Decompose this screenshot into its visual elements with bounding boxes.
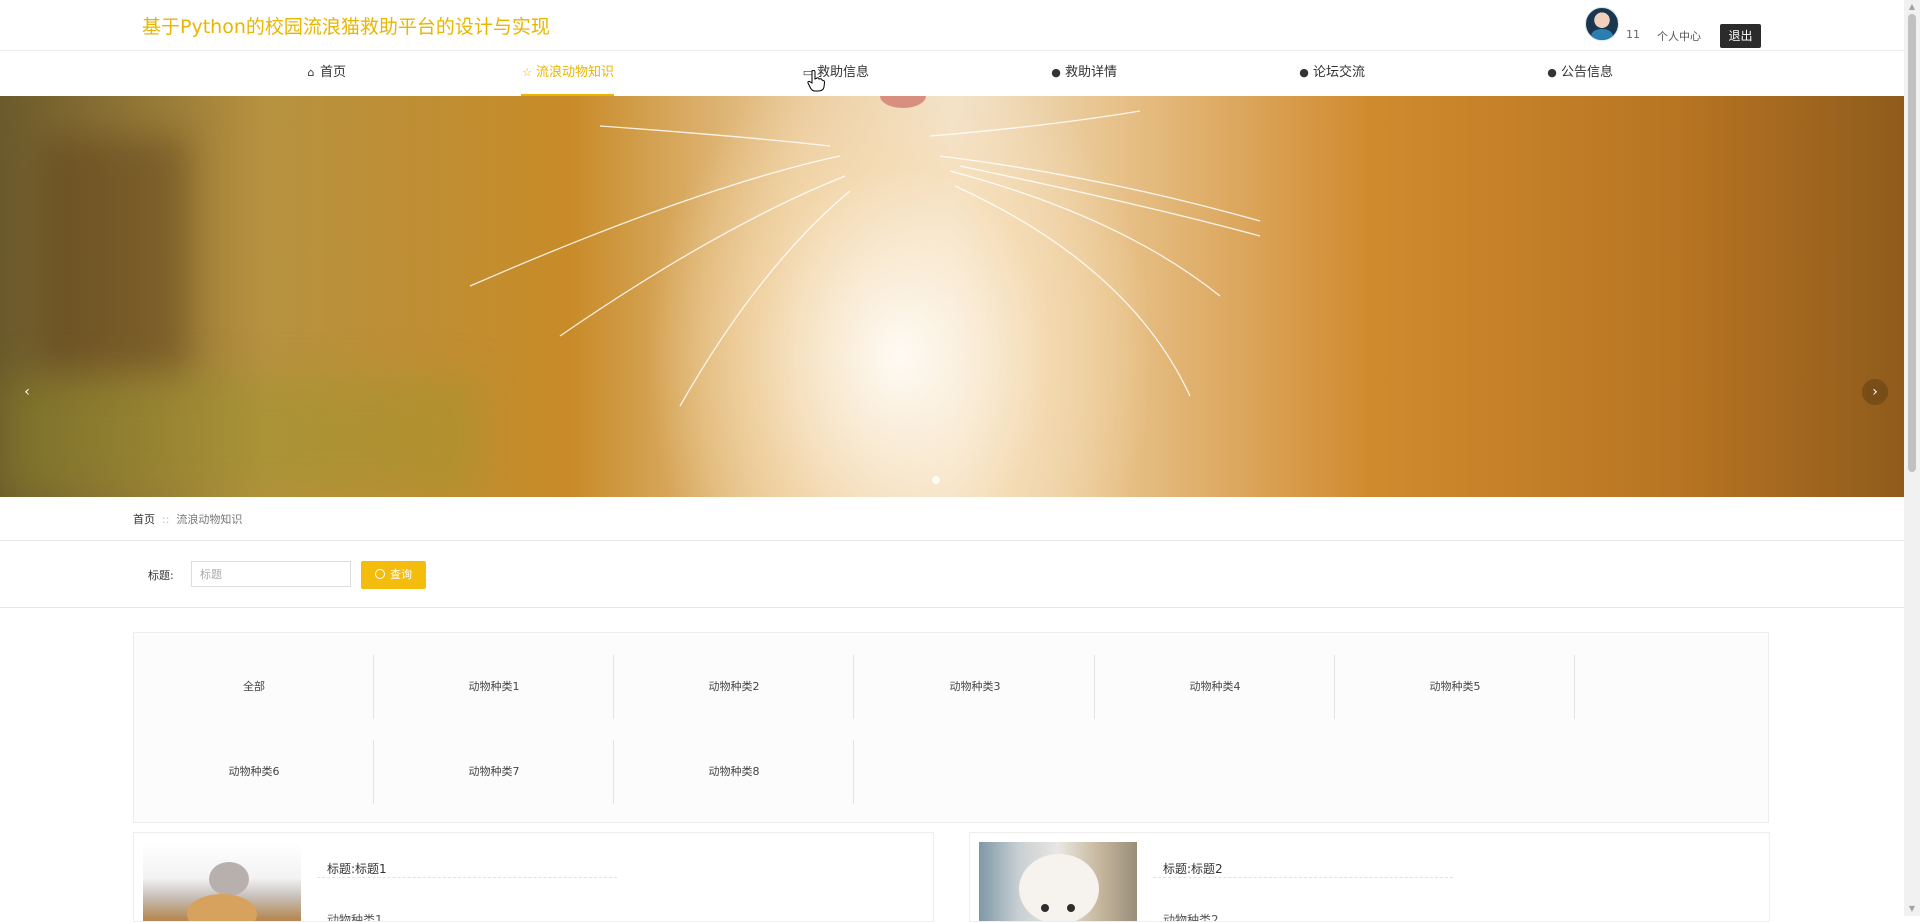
nav-item-stray-animal-knowledge[interactable]: ☆ 流浪动物知识 bbox=[521, 51, 615, 96]
card-category: 动物种类1 bbox=[327, 913, 383, 922]
user-center-link[interactable]: 个人中心 bbox=[1657, 28, 1701, 44]
divider bbox=[0, 607, 1904, 608]
category-item[interactable]: 动物种类8 bbox=[614, 740, 854, 804]
divider bbox=[317, 877, 617, 878]
carousel-indicator-dot[interactable] bbox=[932, 476, 940, 484]
search-label: 标题: bbox=[148, 569, 174, 582]
search-button[interactable]: 查询 bbox=[361, 561, 426, 589]
username: 11 bbox=[1626, 28, 1640, 41]
avatar[interactable] bbox=[1585, 7, 1619, 41]
nav-item-home[interactable]: ⌂ 首页 bbox=[305, 51, 347, 96]
divider bbox=[1153, 877, 1453, 878]
card-thumbnail[interactable] bbox=[143, 842, 301, 921]
divider bbox=[0, 540, 1904, 541]
nav-item-label: 救助详情 bbox=[1065, 65, 1118, 80]
category-item-all[interactable]: 全部 bbox=[134, 655, 374, 719]
carousel-next-button[interactable]: › bbox=[1862, 379, 1888, 405]
card-category: 动物种类2 bbox=[1163, 913, 1219, 922]
scroll-up-icon[interactable]: ▲ bbox=[1904, 0, 1920, 14]
card-title[interactable]: 标题:标题1 bbox=[327, 860, 387, 877]
category-item[interactable]: 动物种类4 bbox=[1095, 655, 1335, 719]
breadcrumb: 首页:: 流浪动物知识 bbox=[133, 511, 242, 527]
nav-item-label: 论坛交流 bbox=[1313, 65, 1366, 80]
nav-item-label: 流浪动物知识 bbox=[536, 65, 615, 80]
category-item[interactable]: 动物种类2 bbox=[614, 655, 854, 719]
search-button-label: 查询 bbox=[390, 568, 412, 581]
card-title[interactable]: 标题:标题2 bbox=[1163, 860, 1223, 877]
cat-whiskers bbox=[469, 110, 1261, 407]
breadcrumb-separator: :: bbox=[162, 513, 170, 526]
category-item[interactable]: 动物种类7 bbox=[374, 740, 614, 804]
alert-icon: ● bbox=[1051, 66, 1061, 79]
nav-item-announcements[interactable]: ● 公告信息 bbox=[1546, 51, 1613, 96]
category-item[interactable]: 动物种类1 bbox=[374, 655, 614, 719]
category-filter: 全部 动物种类1 动物种类2 动物种类3 动物种类4 动物种类5 动物种类6 动… bbox=[133, 632, 1769, 823]
site-title[interactable]: 基于Python的校园流浪猫救助平台的设计与实现 bbox=[142, 12, 550, 39]
logout-button[interactable]: 退出 bbox=[1720, 24, 1761, 48]
home-icon: ⌂ bbox=[307, 66, 315, 79]
category-item[interactable]: 动物种类6 bbox=[134, 740, 374, 804]
title-search-input[interactable] bbox=[191, 561, 351, 587]
hand-cursor-icon bbox=[807, 70, 825, 92]
knowledge-card[interactable]: 标题:标题2 动物种类2 bbox=[969, 832, 1770, 922]
scrollbar-thumb[interactable] bbox=[1908, 14, 1916, 472]
search-icon bbox=[375, 569, 385, 579]
info-icon: ● bbox=[1547, 66, 1557, 79]
nav-item-rescue-details[interactable]: ● 救助详情 bbox=[1050, 51, 1117, 96]
breadcrumb-current: 流浪动物知识 bbox=[176, 513, 243, 526]
carousel-prev-button[interactable]: ‹ bbox=[14, 379, 40, 405]
question-icon: ● bbox=[1299, 66, 1309, 79]
nav-item-label: 公告信息 bbox=[1561, 65, 1614, 80]
knowledge-card[interactable]: 标题:标题1 动物种类1 bbox=[133, 832, 934, 922]
nav-item-forum[interactable]: ● 论坛交流 bbox=[1298, 51, 1365, 96]
banner-carousel: ‹ › bbox=[0, 96, 1904, 497]
breadcrumb-home[interactable]: 首页 bbox=[133, 513, 155, 526]
card-thumbnail[interactable] bbox=[979, 842, 1137, 921]
category-item[interactable]: 动物种类5 bbox=[1335, 655, 1575, 719]
category-item[interactable]: 动物种类3 bbox=[855, 655, 1095, 719]
page-scrollbar[interactable]: ▲ ▼ bbox=[1904, 0, 1920, 916]
scroll-down-icon[interactable]: ▼ bbox=[1904, 902, 1920, 916]
main-nav: ⌂ 首页 ☆ 流浪动物知识 ▭ 救助信息 ● 救助详情 ● 论坛交流 ● 公告信息 bbox=[0, 50, 1904, 98]
star-icon: ☆ bbox=[522, 66, 532, 79]
nav-item-label: 首页 bbox=[320, 65, 347, 80]
